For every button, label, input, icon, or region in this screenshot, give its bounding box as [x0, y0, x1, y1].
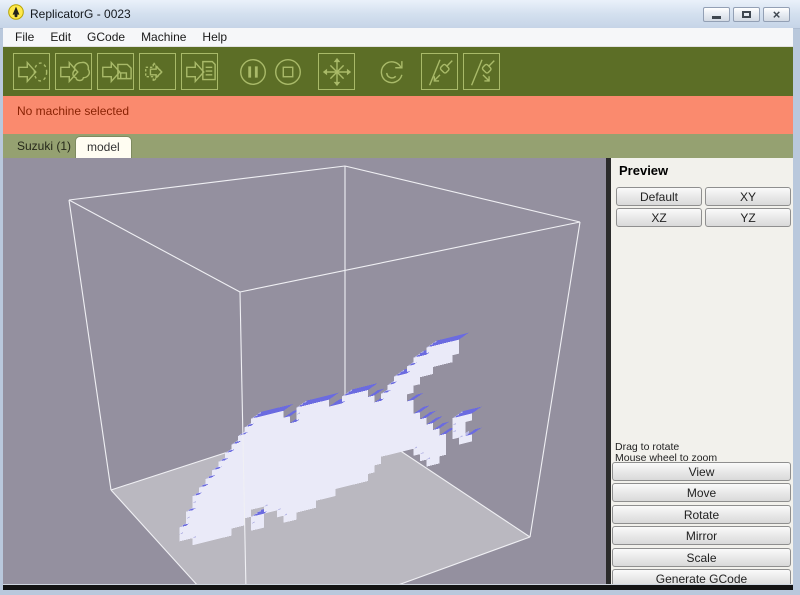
simulate-button[interactable]: [13, 53, 50, 90]
control-panel-icon: [320, 55, 354, 89]
pause-icon: [236, 55, 270, 89]
reset-icon: [374, 55, 408, 89]
menu-bar: File Edit GCode Machine Help: [3, 28, 793, 47]
pause-button[interactable]: [236, 53, 270, 90]
menu-file[interactable]: File: [7, 28, 42, 47]
build-volume-scene: [68, 165, 581, 595]
tab-strip: Suzuki (1) model: [3, 134, 793, 158]
close-icon: ×: [772, 7, 781, 22]
model-3d-viewport[interactable]: [3, 158, 606, 595]
open-file-label: Suzuki (1): [17, 139, 72, 153]
preview-title: Preview: [619, 163, 669, 178]
disconnect-button[interactable]: [463, 53, 500, 90]
build-to-file-icon: [99, 55, 133, 89]
replicatorg-window: ReplicatorG - 0023 × File Edit GCode Mac…: [0, 0, 800, 595]
minimize-button[interactable]: [703, 7, 730, 22]
view-gcode-button[interactable]: [181, 53, 218, 90]
view-xz-button[interactable]: XZ: [616, 208, 702, 227]
rotate-button[interactable]: Rotate: [612, 505, 791, 524]
gcode-icon: [183, 55, 217, 89]
machine-status-bar: No machine selected: [3, 96, 793, 134]
build-icon: [57, 55, 91, 89]
window-title: ReplicatorG - 0023: [30, 7, 131, 21]
main-toolbar: [3, 47, 793, 96]
build-button[interactable]: [55, 53, 92, 90]
upload-button[interactable]: [139, 53, 176, 90]
reset-button[interactable]: [374, 53, 408, 90]
maximize-icon: [742, 11, 751, 18]
tab-model[interactable]: model: [75, 136, 132, 158]
view-default-button[interactable]: Default: [616, 187, 702, 206]
close-button[interactable]: ×: [763, 7, 790, 22]
bottom-frame: [3, 584, 793, 590]
disconnect-icon: [465, 55, 499, 89]
preview-panel: Preview Default XY XZ YZ Drag to rotate …: [611, 158, 793, 588]
stop-button[interactable]: [271, 53, 305, 90]
view-xy-button[interactable]: XY: [705, 187, 791, 206]
build-to-file-button[interactable]: [97, 53, 134, 90]
stop-icon: [271, 55, 305, 89]
control-panel-button[interactable]: [318, 53, 355, 90]
menu-machine[interactable]: Machine: [133, 28, 194, 47]
menu-gcode[interactable]: GCode: [79, 28, 133, 47]
app-icon: [8, 3, 24, 25]
view-yz-button[interactable]: YZ: [705, 208, 791, 227]
upload-icon: [141, 55, 175, 89]
mirror-button[interactable]: Mirror: [612, 526, 791, 545]
maximize-button[interactable]: [733, 7, 760, 22]
status-message: No machine selected: [17, 104, 130, 118]
minimize-icon: [712, 16, 721, 19]
view-mode-button[interactable]: View: [612, 462, 791, 481]
title-bar[interactable]: ReplicatorG - 0023 ×: [0, 0, 800, 29]
simulate-icon: [15, 55, 49, 89]
connect-button[interactable]: [421, 53, 458, 90]
scale-button[interactable]: Scale: [612, 548, 791, 567]
move-button[interactable]: Move: [612, 483, 791, 502]
menu-edit[interactable]: Edit: [42, 28, 79, 47]
window-controls: ×: [703, 7, 790, 22]
connect-icon: [423, 55, 457, 89]
menu-help[interactable]: Help: [194, 28, 235, 47]
